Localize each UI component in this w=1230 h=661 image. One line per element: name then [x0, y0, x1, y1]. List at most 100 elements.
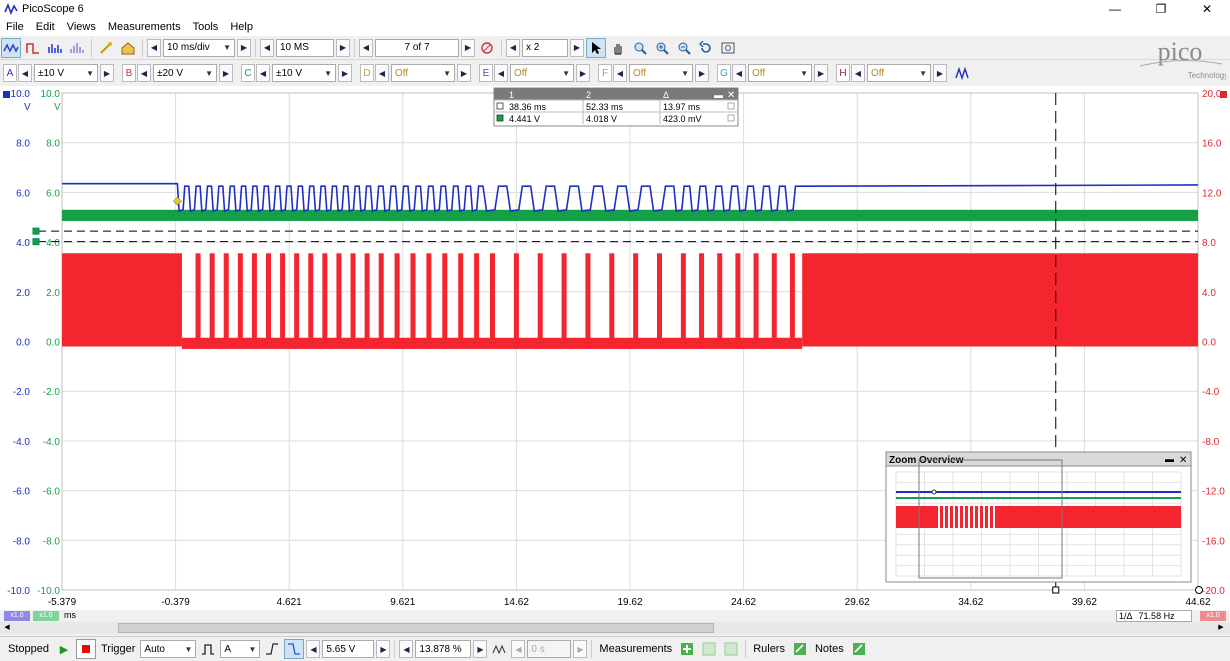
menu-edit[interactable]: Edit	[30, 21, 61, 33]
buffer-prev-button[interactable]: ◀	[359, 38, 373, 57]
horizontal-scrollbar[interactable]: ◀ ▶	[0, 622, 1230, 634]
delay-next-button[interactable]: ▶	[573, 640, 588, 658]
channel-a-button[interactable]: A	[3, 64, 17, 82]
pointer-tool-icon[interactable]	[586, 37, 606, 58]
channel-a-range-prev-button[interactable]: ◀	[18, 64, 32, 82]
pretrigger-field[interactable]: 13.878 %	[415, 640, 472, 658]
delete-measurement-icon[interactable]	[721, 639, 741, 659]
zoom-in-icon[interactable]	[652, 38, 672, 58]
stop-capture-icon[interactable]	[75, 639, 96, 659]
channel-a-range-select[interactable]: ±10 V ▼	[34, 64, 98, 82]
channel-a-range-next-button[interactable]: ▶	[100, 64, 114, 82]
zoom-next-button[interactable]: ▶	[570, 38, 584, 57]
persistence-mode-icon[interactable]	[23, 38, 43, 58]
channel-d-range-prev-button[interactable]: ◀	[375, 64, 389, 82]
pretrigger-next-button[interactable]: ▶	[473, 640, 488, 658]
samples-next-button[interactable]: ▶	[336, 38, 350, 57]
vertical-ruler-handle[interactable]	[1052, 586, 1060, 594]
samples-field[interactable]: 10 MS	[276, 38, 334, 57]
horizontal-ruler-handle[interactable]	[32, 238, 40, 246]
add-measurement-icon[interactable]	[677, 639, 697, 659]
channel-e-range-next-button[interactable]: ▶	[576, 64, 590, 82]
rulers-table-close-icon[interactable]: ✕	[727, 90, 735, 101]
channel-c-range-prev-button[interactable]: ◀	[256, 64, 270, 82]
zoom-window-icon[interactable]	[630, 38, 650, 58]
channel-a-scale-badge[interactable]: x1.0	[4, 611, 30, 621]
menu-tools[interactable]: Tools	[187, 21, 225, 33]
channel-h-range-next-button[interactable]: ▶	[933, 64, 947, 82]
zoom-overview-minimize-icon[interactable]: ▬	[1165, 454, 1174, 464]
vertical-ruler-2-handle[interactable]	[1195, 586, 1203, 594]
channel-e-button[interactable]: E	[479, 64, 493, 82]
notes-icon[interactable]	[849, 639, 869, 659]
timebase-prev-button[interactable]: ◀	[147, 38, 161, 57]
menu-views[interactable]: Views	[61, 21, 102, 33]
trigger-threshold-field[interactable]: 5.65 V	[322, 640, 375, 658]
channel-c-button[interactable]: C	[241, 64, 255, 82]
channel-b-range-next-button[interactable]: ▶	[219, 64, 233, 82]
rising-edge-icon[interactable]	[262, 639, 282, 659]
probe-icon[interactable]	[96, 38, 116, 58]
pretrigger-prev-button[interactable]: ◀	[399, 640, 414, 658]
zoom-overview-close-icon[interactable]: ✕	[1179, 455, 1187, 466]
rulers-settings-icon[interactable]	[790, 639, 810, 659]
zoom-to-fit-icon[interactable]	[718, 38, 738, 58]
channel-h-range-select[interactable]: Off ▼	[867, 64, 931, 82]
trigger-channel-select[interactable]: A ▼	[220, 640, 261, 658]
spectrum-mode-icon[interactable]	[45, 38, 65, 58]
horizontal-ruler-handle[interactable]	[32, 227, 40, 235]
channel-c-scale-badge[interactable]: x1.0	[33, 611, 59, 621]
edit-measurement-icon[interactable]	[699, 639, 719, 659]
buffer-next-button[interactable]: ▶	[461, 38, 475, 57]
menu-measurements[interactable]: Measurements	[102, 21, 187, 33]
close-button[interactable]: ✕	[1184, 0, 1230, 18]
channel-d-button[interactable]: D	[360, 64, 374, 82]
timebase-next-button[interactable]: ▶	[237, 38, 251, 57]
histogram-icon[interactable]	[67, 38, 87, 58]
rulers-table-minimize-icon[interactable]: ▬	[714, 90, 723, 100]
channel-g-range-select[interactable]: Off ▼	[748, 64, 812, 82]
math-channels-icon[interactable]	[953, 63, 973, 83]
zoom-field[interactable]: x 2	[522, 38, 568, 57]
menu-file[interactable]: File	[0, 21, 30, 33]
post-trigger-delay-icon[interactable]	[489, 639, 509, 659]
delay-field[interactable]: 0 s	[527, 640, 572, 658]
home-icon[interactable]	[118, 38, 138, 58]
channel-c-range-next-button[interactable]: ▶	[338, 64, 352, 82]
channel-d-range-next-button[interactable]: ▶	[457, 64, 471, 82]
buffer-overview-icon[interactable]	[477, 38, 497, 58]
channel-d-range-select[interactable]: Off ▼	[391, 64, 455, 82]
advanced-trigger-icon[interactable]	[198, 639, 218, 659]
channel-e-range-select[interactable]: Off ▼	[510, 64, 574, 82]
menu-help[interactable]: Help	[224, 21, 259, 33]
threshold-next-button[interactable]: ▶	[376, 640, 391, 658]
minimize-button[interactable]: —	[1092, 0, 1138, 18]
undo-zoom-icon[interactable]	[696, 38, 716, 58]
trigger-mode-select[interactable]: Auto ▼	[140, 640, 197, 658]
channel-g-range-prev-button[interactable]: ◀	[732, 64, 746, 82]
channel-g-range-next-button[interactable]: ▶	[814, 64, 828, 82]
scroll-right-icon[interactable]: ▶	[1216, 623, 1226, 633]
zoom-out-icon[interactable]	[674, 38, 694, 58]
hand-tool-icon[interactable]	[608, 38, 628, 58]
buffer-navigator[interactable]: 7 of 7	[375, 38, 459, 57]
channel-c-range-select[interactable]: ±10 V ▼	[272, 64, 336, 82]
maximize-button[interactable]: ❐	[1138, 0, 1184, 18]
channel-h-range-prev-button[interactable]: ◀	[851, 64, 865, 82]
channel-g-button[interactable]: G	[717, 64, 731, 82]
channel-b-range-select[interactable]: ±20 V ▼	[153, 64, 217, 82]
channel-f-range-prev-button[interactable]: ◀	[613, 64, 627, 82]
start-capture-icon[interactable]: ▶	[54, 639, 74, 659]
channel-f-range-select[interactable]: Off ▼	[629, 64, 693, 82]
delay-prev-button[interactable]: ◀	[511, 640, 526, 658]
channel-b-range-prev-button[interactable]: ◀	[137, 64, 151, 82]
falling-edge-icon[interactable]	[284, 639, 305, 659]
timebase-select[interactable]: 10 ms/div ▼	[163, 38, 235, 57]
channel-f-range-next-button[interactable]: ▶	[695, 64, 709, 82]
samples-prev-button[interactable]: ◀	[260, 38, 274, 57]
scope-view[interactable]: 10.0 8.0 6.0 4.0 2.0 0.0 -2.0 -4.0 -6.0 -8.0 -10.0…	[0, 86, 1230, 610]
threshold-prev-button[interactable]: ◀	[306, 640, 321, 658]
scroll-left-icon[interactable]: ◀	[2, 623, 12, 633]
scope-canvas[interactable]: 10.08.06.04.02.00.0-2.0-4.0-6.0-8.0-10.0…	[0, 86, 1230, 610]
scroll-thumb[interactable]	[118, 623, 714, 633]
